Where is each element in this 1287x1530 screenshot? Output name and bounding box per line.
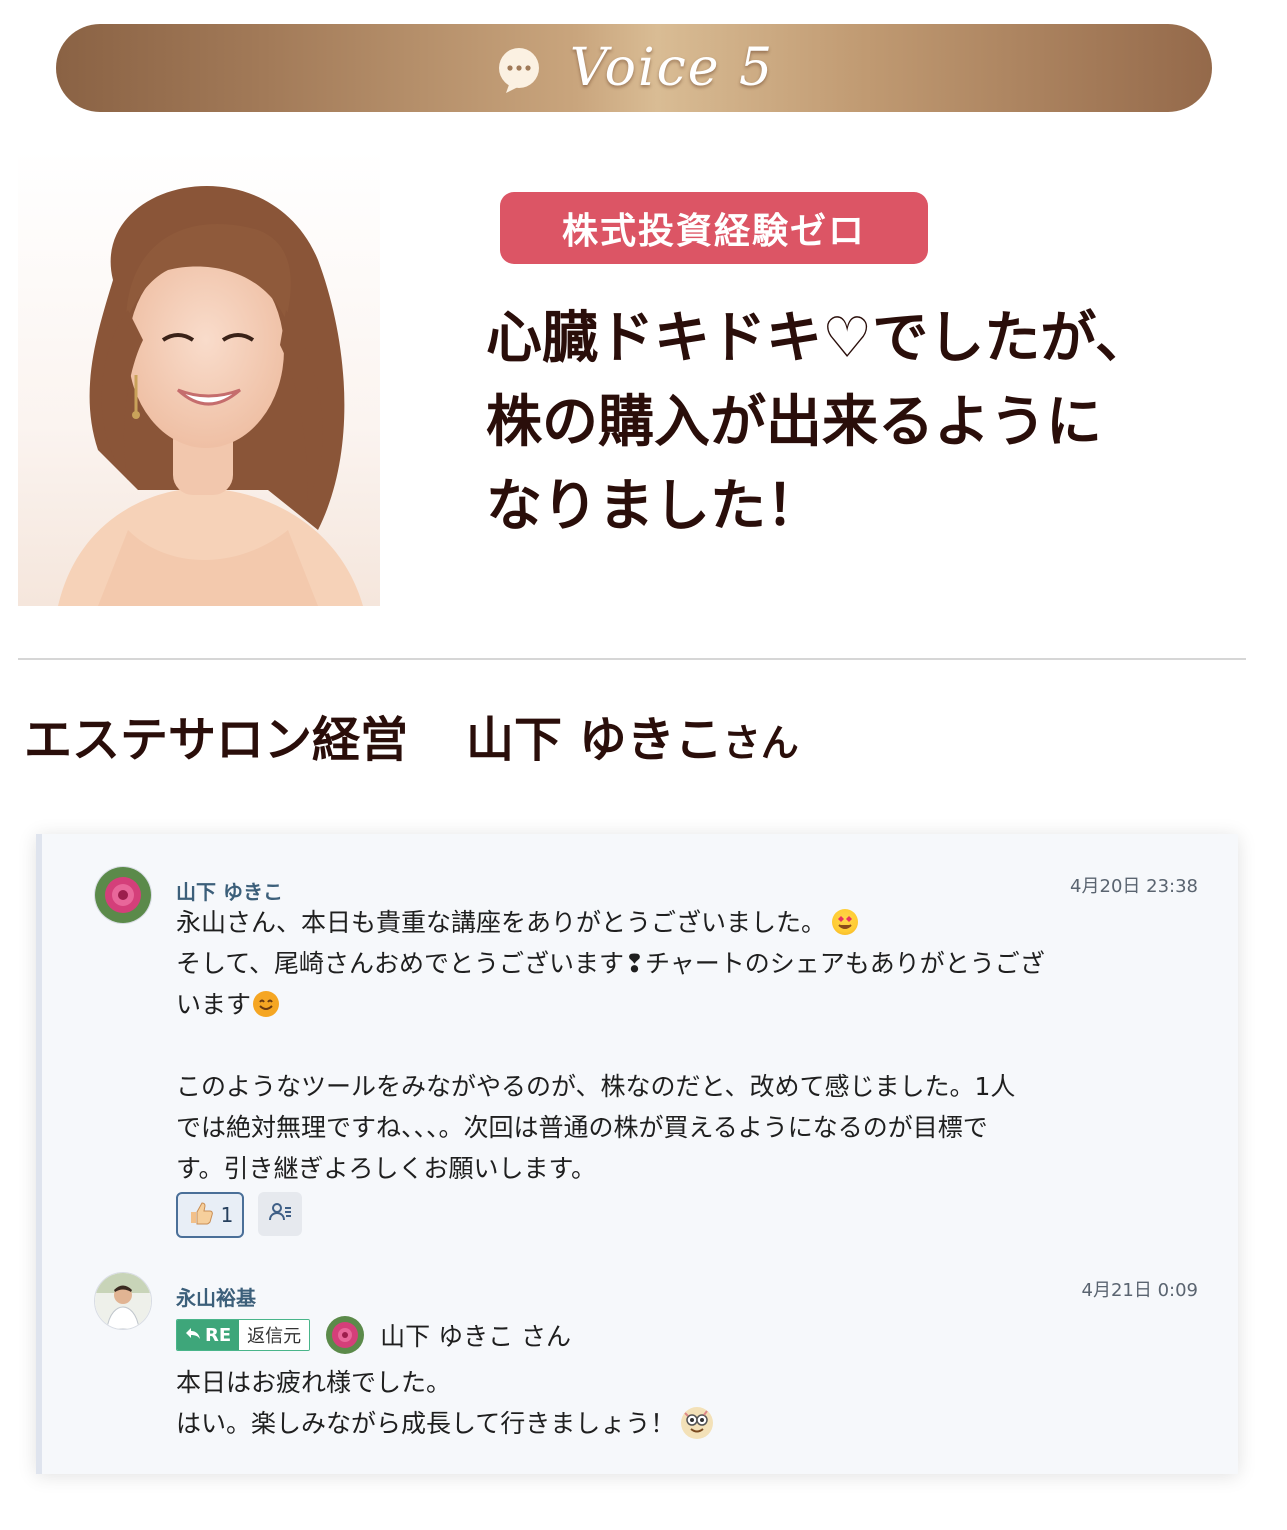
headline-line: 株の購入が出来るように: [486, 389, 1102, 455]
heart-eyes-emoji-icon: [832, 909, 859, 935]
reply-target-avatar: [326, 1316, 365, 1354]
thumbs-up-reaction-button[interactable]: 1: [176, 1192, 244, 1238]
message-author[interactable]: 山下 ゆきこ: [176, 876, 283, 905]
reply-arrow-icon: [185, 1325, 201, 1346]
reply-tag-label: RE: [205, 1324, 232, 1346]
headline-line: なりました！: [486, 473, 822, 539]
message-body: 永山さん、本日も貴重な講座をありがとうございました。 そして、尾崎さんおめでとう…: [176, 902, 1045, 1189]
reply-target-name: 山下 ゆきこ さん: [380, 1322, 572, 1351]
reply-source-label: 返信元: [239, 1320, 310, 1350]
occupation: エステサロン経営: [24, 712, 409, 768]
thumbs-up-icon: [187, 1199, 215, 1232]
message-line: います: [176, 990, 252, 1019]
member-list-icon: [267, 1199, 293, 1229]
avatar[interactable]: [94, 866, 152, 924]
reply-tag[interactable]: RE 返信元: [176, 1319, 311, 1351]
message-line: そして、尾崎さんおめでとうございます❢チャートのシェアもありがとうござ: [176, 949, 1045, 978]
message-line: はい。楽しみながら成長して行きましょう！: [176, 1409, 676, 1438]
message-author[interactable]: 永山裕基: [176, 1282, 256, 1311]
message-line: す。引き継ぎよろしくお願いします。: [176, 1154, 597, 1183]
speech-bubble-icon: [494, 46, 544, 93]
customer-name-line: エステサロン経営 山下 ゆきこさん: [24, 700, 799, 770]
smile-emoji-icon: [253, 991, 280, 1017]
headline-line: 心臓ドキドキ♡でしたが、: [486, 305, 1152, 371]
message-line: [176, 1025, 1045, 1066]
experience-badge: 株式投資経験ゼロ: [500, 192, 928, 264]
excited-face-emoji-icon: [681, 1407, 714, 1439]
message-line: 永山さん、本日も貴重な講座をありがとうございました。: [176, 908, 827, 937]
testimonial-headline: 心臓ドキドキ♡でしたが、 株の購入が出来るように なりました！: [486, 296, 1206, 548]
reaction-bar: 1: [176, 1192, 302, 1238]
voice-banner: Voice 5: [56, 24, 1212, 112]
message-line: 本日はお疲れ様でした。: [176, 1368, 452, 1397]
message-timestamp: 4月21日 0:09: [1081, 1280, 1199, 1301]
chat-screenshot: 山下 ゆきこ 4月20日 23:38 永山さん、本日も貴重な講座をありがとうござ…: [36, 834, 1238, 1474]
message-body: 本日はお疲れ様でした。 はい。楽しみながら成長して行きましょう！: [176, 1362, 714, 1444]
banner-title: Voice 5: [569, 38, 775, 98]
customer-name: 山下 ゆきこ: [466, 712, 723, 768]
section-divider: [18, 658, 1246, 660]
avatar[interactable]: [94, 1272, 152, 1330]
message-timestamp: 4月20日 23:38: [1070, 876, 1198, 897]
message-line: では絶対無理ですね、、、。次回は普通の株が買えるようになるのが目標で: [176, 1113, 988, 1142]
customer-portrait: [18, 150, 380, 606]
reaction-count: 1: [220, 1203, 234, 1227]
reaction-members-button[interactable]: [258, 1192, 302, 1236]
message-line: このようなツールをみながやるのが、株なのだと、改めて感じました。1人: [176, 1072, 1016, 1101]
honorific: さん: [722, 720, 799, 765]
reply-reference[interactable]: RE 返信元 山下 ゆきこ さん: [176, 1316, 571, 1354]
